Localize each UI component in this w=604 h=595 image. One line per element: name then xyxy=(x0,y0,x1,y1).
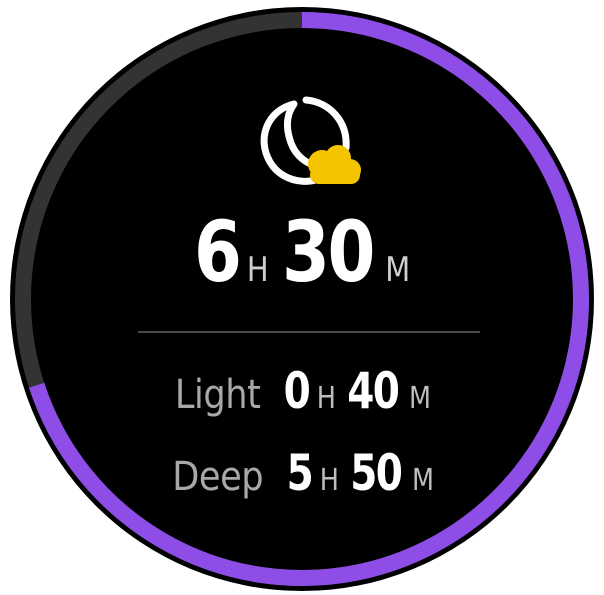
light-hours: 0 xyxy=(283,362,311,420)
deep-sleep-label: Deep xyxy=(172,454,264,500)
deep-minutes-unit: M xyxy=(412,463,435,498)
sleep-summary: 6 H 30 M Light 0 H 40 M Deep 5 H 50 M xyxy=(0,0,604,595)
total-hours-unit: H xyxy=(246,250,269,290)
total-minutes-unit: M xyxy=(385,250,411,290)
total-hours: 6 xyxy=(194,203,242,301)
light-sleep-row: Light 0 H 40 M xyxy=(0,362,604,420)
light-hours-unit: H xyxy=(316,381,336,416)
total-sleep-duration: 6 H 30 M xyxy=(0,210,604,320)
deep-hours-unit: H xyxy=(319,463,339,498)
total-minutes: 30 xyxy=(282,203,375,301)
divider xyxy=(138,331,480,333)
watch-screen: 6 H 30 M Light 0 H 40 M Deep 5 H 50 M xyxy=(0,0,604,595)
light-sleep-label: Light xyxy=(174,372,261,418)
light-minutes-unit: M xyxy=(409,381,432,416)
deep-minutes: 50 xyxy=(349,444,403,502)
sleep-moon-cloud-icon xyxy=(260,96,361,185)
deep-sleep-row: Deep 5 H 50 M xyxy=(0,444,604,502)
deep-hours: 5 xyxy=(286,444,314,502)
light-minutes: 40 xyxy=(346,362,400,420)
